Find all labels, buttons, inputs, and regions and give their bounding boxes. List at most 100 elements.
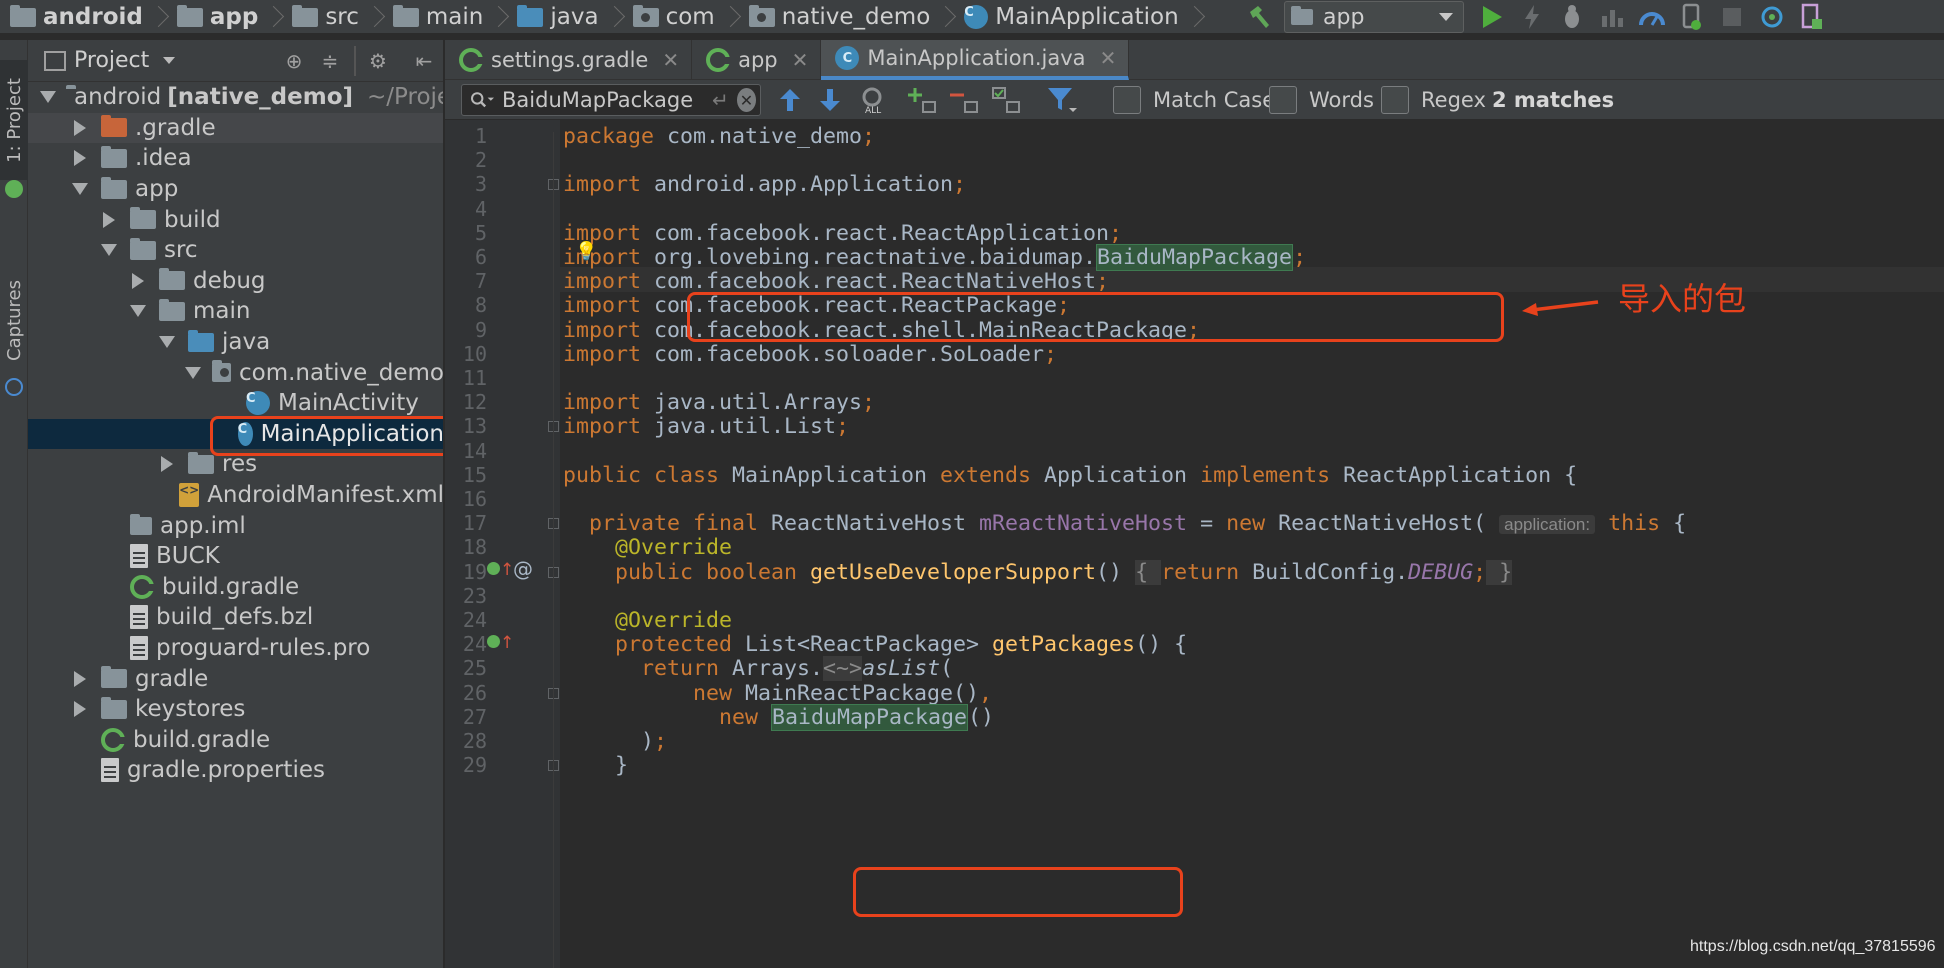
tool-tab-project[interactable]: 1: Project <box>0 60 28 180</box>
lightning-icon[interactable] <box>1512 0 1552 34</box>
tree-item[interactable]: gradle.properties <box>28 755 443 786</box>
tree-item[interactable]: app <box>28 174 443 205</box>
expand-right-icon[interactable] <box>74 670 86 687</box>
match-case-check[interactable] <box>1113 86 1141 114</box>
regex-checkbox[interactable]: Regex <box>1381 84 1486 116</box>
tree-item[interactable]: C MainActivity <box>28 388 443 419</box>
device-icon[interactable] <box>1672 0 1712 34</box>
tree-item[interactable]: proguard-rules.pro <box>28 633 443 664</box>
expand-right-icon[interactable] <box>103 211 115 228</box>
tree-toggle[interactable] <box>69 183 91 196</box>
hammer-icon[interactable] <box>1240 0 1280 34</box>
collapse-all-icon[interactable]: ≑ <box>317 48 343 74</box>
run-configuration-select[interactable]: app <box>1284 1 1464 33</box>
expand-right-icon[interactable] <box>74 119 86 136</box>
tree-item[interactable]: com.native_demo <box>28 357 443 388</box>
tree-item[interactable]: android[native_demo] ~/Project/n <box>28 82 443 113</box>
tree-item[interactable]: build.gradle <box>28 572 443 603</box>
expand-right-icon[interactable] <box>161 456 173 473</box>
run-icon[interactable] <box>1472 0 1512 34</box>
remove-occurrence-icon[interactable] <box>947 84 981 116</box>
gear-icon[interactable]: ⚙ <box>365 48 391 74</box>
tree-item[interactable]: debug <box>28 266 443 297</box>
implements-marker-icon[interactable]: ↑ <box>487 633 514 653</box>
profiler-icon[interactable] <box>1632 0 1672 34</box>
tree-toggle[interactable] <box>40 91 56 104</box>
tool-tab-captures[interactable]: Captures <box>0 260 28 380</box>
tree-item[interactable]: gradle <box>28 663 443 694</box>
select-all-occurrences-icon[interactable] <box>989 84 1023 116</box>
close-tab-icon[interactable]: ✕ <box>1100 46 1117 70</box>
hide-panel-icon[interactable]: ⇤ <box>411 48 437 74</box>
breadcrumb-item[interactable]: android <box>10 0 177 34</box>
tree-toggle[interactable] <box>185 366 202 379</box>
next-occurrence-icon[interactable] <box>815 84 845 116</box>
close-tab-icon[interactable]: ✕ <box>792 48 809 72</box>
tree-toggle[interactable] <box>69 119 91 136</box>
attach-icon[interactable] <box>1592 0 1632 34</box>
tree-item[interactable]: <> AndroidManifest.xml <box>28 480 443 511</box>
lightbulb-icon[interactable]: 💡 <box>575 241 597 262</box>
expand-right-icon[interactable] <box>74 701 86 718</box>
tree-item[interactable]: .gradle <box>28 112 443 144</box>
expand-down-icon[interactable] <box>130 305 146 318</box>
sync-icon[interactable] <box>1752 0 1792 34</box>
project-panel-title[interactable]: Project <box>74 48 149 73</box>
tree-item[interactable]: build_defs.bzl <box>28 602 443 633</box>
breadcrumb-item[interactable]: src <box>292 0 393 34</box>
expand-right-icon[interactable] <box>132 272 144 289</box>
editor-tab[interactable]: settings.gradle ✕ <box>445 40 693 80</box>
tree-toggle[interactable] <box>127 272 149 289</box>
tree-item[interactable]: BUCK <box>28 541 443 572</box>
words-check[interactable] <box>1269 86 1297 114</box>
expand-down-icon[interactable] <box>72 183 88 196</box>
expand-down-icon[interactable] <box>185 366 202 379</box>
clear-search-icon[interactable]: ✕ <box>736 88 756 112</box>
tree-item[interactable]: java <box>28 327 443 358</box>
code-editor[interactable]: 1 2 3 4 5 6 7 8 9 10 11 12 13 14 15 16 17 18 19 23 24 24 25 26 2… <box>445 120 1944 968</box>
tree-item[interactable]: build <box>28 204 443 235</box>
editor-tab[interactable]: C MainApplication.java ✕ <box>821 40 1130 80</box>
tree-toggle[interactable] <box>127 305 149 318</box>
search-icon[interactable] <box>470 89 495 111</box>
previous-occurrence-icon[interactable] <box>775 84 805 116</box>
tree-toggle[interactable] <box>98 211 120 228</box>
tree-toggle[interactable] <box>156 456 178 473</box>
editor-tab[interactable]: app ✕ <box>692 40 822 80</box>
expand-right-icon[interactable] <box>74 150 86 167</box>
breadcrumb-item[interactable]: C MainApplication <box>964 0 1212 34</box>
stop-icon[interactable] <box>1712 0 1752 34</box>
tree-toggle[interactable] <box>156 336 178 349</box>
tree-toggle[interactable] <box>69 150 91 167</box>
tree-item[interactable]: build.gradle <box>28 724 443 755</box>
implements-marker-icon[interactable]: ↑ <box>487 560 514 580</box>
tree-toggle[interactable] <box>69 670 91 687</box>
tree-toggle[interactable] <box>98 244 120 257</box>
debug-icon[interactable] <box>1552 0 1592 34</box>
breadcrumb-item[interactable]: com <box>632 0 749 34</box>
close-tab-icon[interactable]: ✕ <box>662 48 679 72</box>
expand-down-icon[interactable] <box>101 244 117 257</box>
breadcrumb-item[interactable]: main <box>392 0 517 34</box>
filter-icon[interactable] <box>1045 84 1079 116</box>
chevron-down-icon[interactable] <box>163 57 176 64</box>
tree-item[interactable]: app.iml <box>28 510 443 541</box>
sdk-icon[interactable] <box>1792 0 1832 34</box>
tree-item[interactable]: src <box>28 235 443 266</box>
tree-toggle[interactable] <box>69 701 91 718</box>
tree-item[interactable]: .idea <box>28 143 443 174</box>
breadcrumb-item[interactable]: app <box>176 0 292 34</box>
breadcrumb-item[interactable]: java <box>517 0 632 34</box>
expand-down-icon[interactable] <box>40 91 56 104</box>
find-all-icon[interactable]: ALL <box>857 84 891 116</box>
tree-item[interactable]: keystores <box>28 694 443 725</box>
match-case-checkbox[interactable]: Match Case <box>1113 84 1275 116</box>
tree-item[interactable]: main <box>28 296 443 327</box>
add-occurrence-icon[interactable] <box>905 84 939 116</box>
expand-down-icon[interactable] <box>159 336 175 349</box>
breadcrumb-item[interactable]: native_demo <box>748 0 965 34</box>
words-checkbox[interactable]: Words <box>1269 84 1374 116</box>
search-input[interactable] <box>502 88 713 112</box>
regex-check[interactable] <box>1381 86 1409 114</box>
locate-icon[interactable]: ⊕ <box>281 48 307 74</box>
